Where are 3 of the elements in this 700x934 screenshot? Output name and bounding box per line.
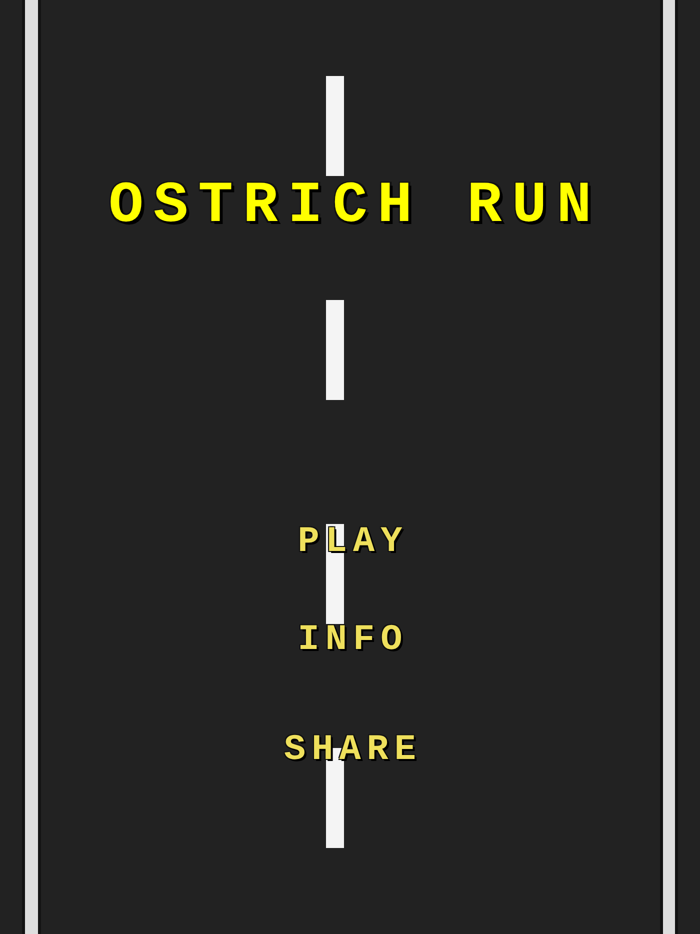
- game-title: OSTRICH RUN: [108, 178, 602, 236]
- menu-button[interactable]: SHARE: [278, 732, 422, 768]
- menu-button[interactable]: INFO: [292, 622, 408, 658]
